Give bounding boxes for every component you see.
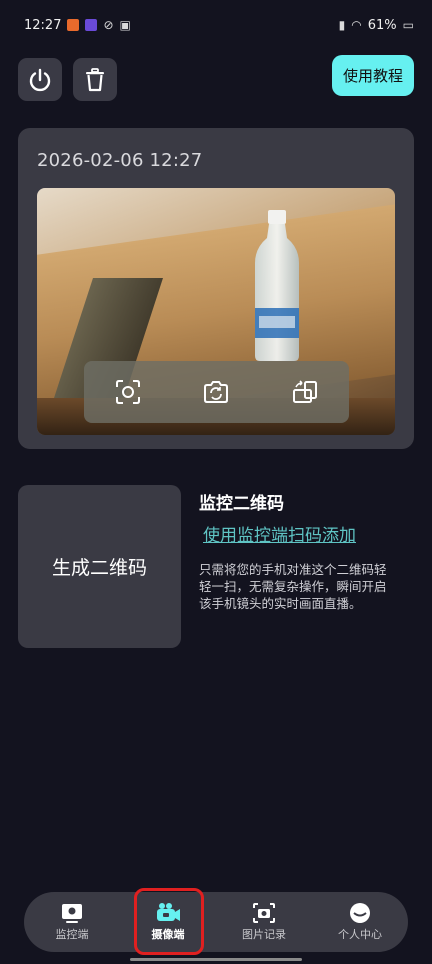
camera-datetime: 2026-02-06 12:27	[37, 150, 203, 171]
qr-title: 监控二维码	[199, 494, 284, 514]
status-bar: 12:27 ⊘ ▣ ▮ ◠ 61% ▭	[0, 0, 432, 50]
status-time: 12:27	[24, 17, 62, 33]
scan-frame-icon	[116, 380, 141, 404]
nav-item-photo-record[interactable]: 图片记录	[224, 893, 304, 951]
scan-frame-button[interactable]	[112, 376, 144, 408]
wifi-icon: ◠	[351, 18, 362, 32]
bottom-navigation: 监控端 摄像端 图片记录 个人中心	[24, 892, 408, 952]
home-indicator[interactable]	[130, 958, 302, 961]
status-left: 12:27 ⊘ ▣	[24, 18, 131, 33]
rotate-screen-icon	[292, 380, 317, 403]
profile-icon	[350, 903, 370, 923]
trash-icon	[86, 67, 104, 91]
nav-label: 摄像端	[151, 928, 185, 941]
qr-description: 只需将您的手机对准这个二维码轻轻一扫，无需复杂操作，瞬间开启该手机镜头的实时画面…	[199, 562, 387, 611]
nav-label: 个人中心	[338, 928, 382, 941]
nav-item-profile[interactable]: 个人中心	[320, 893, 400, 951]
signal-icon: ▮	[338, 18, 346, 32]
preview-bottle-image	[255, 210, 299, 361]
camera-control-bar	[84, 361, 349, 423]
monitor-icon	[62, 904, 82, 923]
status-right: ▮ ◠ 61% ▭	[339, 18, 414, 33]
nav-label: 监控端	[55, 928, 89, 941]
camera-preview[interactable]	[37, 188, 395, 435]
notification-app-icon	[67, 19, 80, 31]
tutorial-button[interactable]: 使用教程	[332, 55, 414, 96]
photo-record-icon	[253, 903, 275, 923]
notification-app-icon	[85, 19, 98, 31]
power-icon	[29, 68, 51, 91]
battery-level: 61%	[367, 17, 397, 33]
camera-device-icon	[157, 903, 180, 921]
switch-camera-icon	[204, 381, 229, 403]
camera-card: 2026-02-06 12:27	[18, 128, 414, 449]
nav-item-camera[interactable]: 摄像端	[128, 893, 208, 951]
notification-icon: ▣	[119, 18, 131, 32]
rotate-screen-button[interactable]	[289, 376, 321, 408]
nav-label: 图片记录	[242, 928, 286, 941]
battery-icon: ▭	[402, 18, 414, 32]
scan-add-link[interactable]: 使用监控端扫码添加	[203, 521, 356, 546]
switch-camera-button[interactable]	[200, 376, 232, 408]
notification-icon: ⊘	[103, 18, 114, 32]
delete-button[interactable]	[73, 58, 117, 101]
power-button[interactable]	[18, 58, 62, 101]
generate-qr-button[interactable]: 生成二维码	[18, 485, 181, 648]
nav-item-monitor[interactable]: 监控端	[32, 893, 112, 951]
